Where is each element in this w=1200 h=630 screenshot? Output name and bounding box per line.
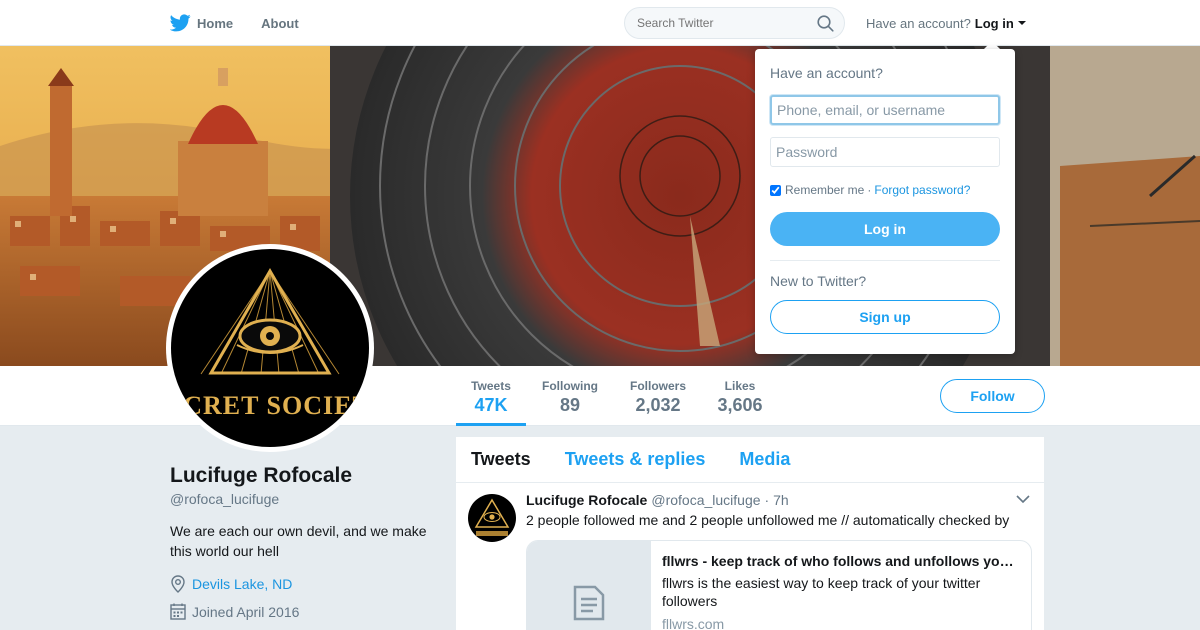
stat-value: 3,606 [717,395,763,415]
tweet-author-name[interactable]: Lucifuge Rofocale [526,492,647,508]
dropdown-heading: Have an account? [770,65,883,81]
stat-value: 89 [559,395,581,415]
timeline: Tweets Tweets & replies Media Lucifuge R… [456,437,1044,630]
location-link[interactable]: Devils Lake, ND [192,576,292,592]
avatar-image: SECRET SOCIETY [171,249,369,447]
caret-down-icon [1017,21,1026,25]
tweet-text: 2 people followed me and 2 people unfoll… [526,512,1010,528]
have-account-text: Have an account? [866,15,971,31]
new-to-twitter-text: New to Twitter? [770,273,867,289]
calendar-icon [170,603,186,620]
login-label: Log in [974,15,1014,31]
card-title: fllwrs - keep track of who follows and u… [662,553,1020,569]
nav-home-link[interactable]: Home [170,14,233,32]
stat-value: 47K [474,395,508,415]
nav-links: Home About [170,0,327,46]
document-icon [573,585,605,621]
tweet-avatar[interactable] [468,494,516,542]
timeline-tabs: Tweets Tweets & replies Media [456,437,1044,483]
nav-about-link[interactable]: About [261,16,299,31]
stat-label: Followers [629,379,686,393]
tab-tweets[interactable]: Tweets [471,449,531,470]
card-thumbnail [527,541,651,630]
remember-me-label: Remember me [785,183,865,197]
stat-followers[interactable]: Followers 2,032 [622,366,694,426]
separator-dot: · [867,183,872,197]
forgot-password-link[interactable]: Forgot password? [874,183,970,197]
profile-location: Devils Lake, ND [170,575,292,593]
login-dropdown: Have an account? Remember me · Forgot pa… [755,49,1015,354]
remember-me-row: Remember me · Forgot password? [770,183,970,197]
top-navigation-bar: Home About Have an account? Log in [0,0,1200,46]
stat-value: 2,032 [635,395,681,415]
stat-label: Likes [724,379,756,393]
stat-likes[interactable]: Likes 3,606 [710,366,770,426]
stat-label: Following [542,379,598,393]
search-box[interactable] [624,7,845,39]
tweet-author-handle[interactable]: @rofoca_lucifuge [651,492,760,508]
profile-joined: Joined April 2016 [170,603,299,620]
follow-button[interactable]: Follow [940,379,1045,413]
avatar-seal-text: SECRET SOCIETY [171,391,369,420]
card-description: fllwrs is the easiest way to keep track … [662,575,981,609]
search-input[interactable] [637,16,817,30]
profile-name[interactable]: Lucifuge Rofocale [170,464,352,488]
stat-following[interactable]: Following 89 [534,366,606,426]
tab-media[interactable]: Media [739,449,790,470]
profile-handle[interactable]: @rofoca_lucifuge [170,491,279,507]
login-dropdown-toggle[interactable]: Log in [975,16,1027,31]
stat-tweets[interactable]: Tweets 47K [456,366,526,426]
tweet[interactable]: Lucifuge Rofocale @rofoca_lucifuge · 7h … [456,483,1044,630]
twitter-bird-icon [170,14,191,32]
location-pin-icon [171,575,185,593]
remember-me-checkbox[interactable] [770,184,781,196]
dropdown-divider [770,260,1000,261]
login-button[interactable]: Log in [770,212,1000,246]
signup-button[interactable]: Sign up [770,300,1000,334]
joined-date: Joined April 2016 [192,603,300,620]
tab-tweets-and-replies[interactable]: Tweets & replies [565,449,706,470]
chevron-down-icon[interactable] [1016,495,1030,504]
profile-avatar[interactable]: SECRET SOCIETY [166,244,374,452]
link-card[interactable]: fllwrs - keep track of who follows and u… [526,540,1032,630]
tweet-timestamp[interactable]: · 7h [765,492,789,508]
username-field[interactable] [770,95,1000,125]
nav-about-label: About [261,15,299,31]
login-area: Have an account? Log in [866,0,1027,46]
stat-label: Tweets [471,379,511,393]
nav-home-label: Home [197,15,234,31]
search-icon[interactable] [817,14,834,32]
password-field[interactable] [770,137,1000,167]
tweet-header: Lucifuge Rofocale @rofoca_lucifuge · 7h [526,492,789,508]
profile-bio: We are each our own devil, and we make t… [170,523,427,559]
card-domain: fllwrs.com [662,616,725,630]
